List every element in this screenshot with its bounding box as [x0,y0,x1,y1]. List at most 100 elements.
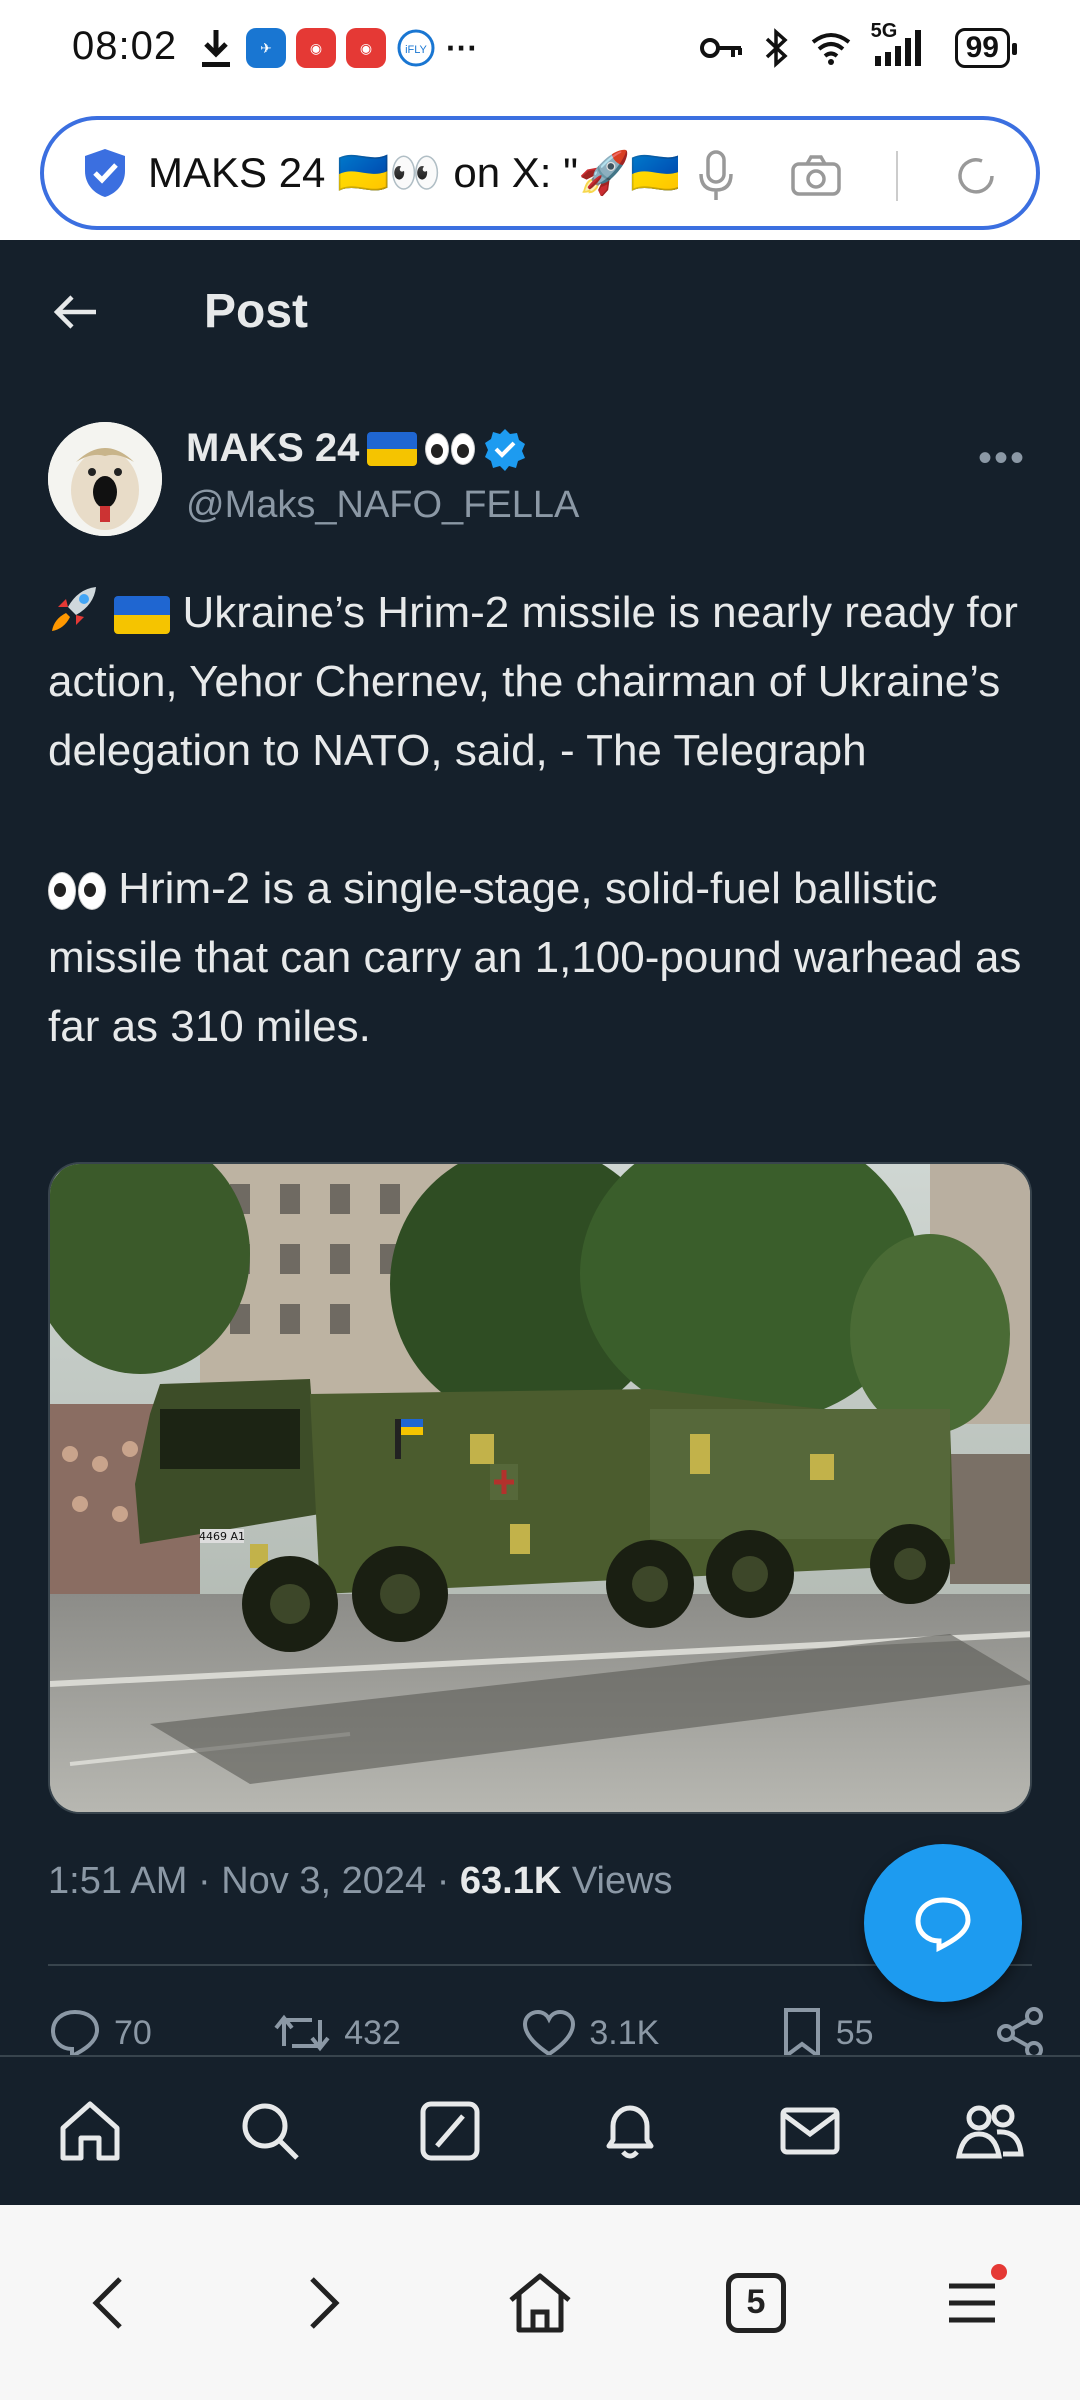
mail-icon [780,2107,840,2155]
repost-button[interactable]: 432 [272,2008,401,2055]
app-tab-bar [0,2055,1080,2205]
post-header: Post [0,240,1080,390]
bookmark-button[interactable]: 55 [780,2006,874,2055]
paragraph-2-text: Hrim-2 is a single-stage, solid-fuel bal… [48,864,1022,1051]
tab-search[interactable] [230,2091,310,2171]
shield-icon [85,149,125,197]
browser-home-icon [509,2273,571,2332]
signal-icon [874,30,921,66]
back-arrow-icon[interactable] [50,286,102,338]
notification-icons: ✈ ◉ ◉ iFLY ··· [196,26,478,70]
tab-notifications[interactable] [590,2091,670,2171]
status-bar: 08:02 ✈ ◉ ◉ iFLY ··· 5G 99 [0,0,1080,100]
avatar[interactable] [48,422,162,536]
views-label: Views [571,1860,673,1902]
address-divider [896,151,898,201]
app-icon-red-2: ◉ [346,28,386,68]
camera-icon[interactable] [790,154,842,198]
verified-badge-icon [485,428,526,471]
address-actions [696,148,1000,204]
tweet-text: Ukraine’s Hrim-2 missile is nearly ready… [48,578,1038,1061]
tab-messages[interactable] [770,2091,850,2171]
nav-menu-button[interactable] [927,2258,1017,2348]
tweet-image[interactable]: 4469 А1 [48,1162,1032,1814]
address-text: MAKS 24 🇺🇦👀 on X: "🚀🇺🇦 [148,148,678,196]
ifly-icon: iFLY [397,29,435,67]
eyes-emoji [48,872,106,911]
tab-grok[interactable] [410,2091,490,2171]
communities-icon [956,2104,1024,2159]
paragraph-1-text: Ukraine’s Hrim-2 missile is nearly ready… [48,588,1018,775]
chevron-left-icon [92,2276,122,2329]
microphone-icon[interactable] [696,148,736,204]
search-icon [242,2103,299,2160]
more-options-icon[interactable]: ••• [978,436,1026,481]
meta-separator: · [436,1860,450,1902]
bell-icon [606,2105,654,2159]
status-right: 5G 99 [699,20,1018,70]
key-icon [699,38,742,58]
bookmark-icon [783,2008,820,2055]
signal-indicator: 5G [871,20,937,70]
repost-icon [274,2014,330,2052]
page-title: Post [204,285,309,338]
tweet-actions: 70 432 3.1K 55 [48,2006,1048,2055]
app-icon-blue: ✈ [246,28,286,68]
heart-icon [523,2009,576,2055]
download-icon [202,30,230,67]
browser-nav-bar: 5 [0,2205,1080,2400]
reply-count: 70 [114,2013,152,2052]
share-icon [996,2007,1043,2055]
tab-home[interactable] [50,2091,130,2171]
rocket-emoji [52,587,96,631]
svg-text:iFLY: iFLY [405,44,427,56]
chevron-right-icon [310,2276,340,2329]
grok-icon [420,2101,480,2161]
nav-back-button[interactable] [63,2258,153,2348]
tabs-count: 5 [746,2283,766,2321]
address-field[interactable]: MAKS 24 🇺🇦👀 on X: "🚀🇺🇦 [40,116,1040,230]
tweet-meta: 1:51 AM · Nov 3, 2024 · 63.1K Views [48,1860,673,1903]
bookmark-count: 55 [835,2013,874,2052]
ukraine-flag-emoji [114,596,171,635]
tweet-paragraph-1: Ukraine’s Hrim-2 missile is nearly ready… [48,578,1038,785]
views-count: 63.1K [459,1860,562,1902]
browser-address-bar: MAKS 24 🇺🇦👀 on X: "🚀🇺🇦 [0,100,1080,240]
wifi-icon [811,33,850,65]
post-date: Nov 3, 2024 [221,1860,427,1902]
nav-forward-button[interactable] [279,2258,369,2348]
compose-reply-fab[interactable] [864,1844,1022,2002]
reply-icon [50,2009,100,2055]
like-count: 3.1K [589,2013,660,2052]
post-time: 1:51 AM [48,1860,188,1902]
ukraine-flag-emoji [367,431,418,466]
status-time: 08:02 [72,24,178,68]
reply-button[interactable]: 70 [48,2006,152,2055]
author-handle[interactable]: @Maks_NAFO_FELLA [186,484,579,527]
license-plate: 4469 А1 [199,1530,245,1543]
author-name-text: MAKS 24 [186,426,360,470]
more-notifications-icon: ··· [446,29,478,66]
menu-icon [949,2283,995,2322]
battery-indicator: 99 [954,28,1018,68]
eyes-emoji [425,432,476,465]
tabs-count-icon: 5 [726,2272,786,2333]
home-icon [60,2101,120,2161]
tweet-paragraph-2: Hrim-2 is a single-stage, solid-fuel bal… [48,854,1038,1061]
share-button[interactable] [994,2006,1048,2055]
bluetooth-icon [765,28,788,68]
tab-communities[interactable] [950,2091,1030,2171]
nav-home-button[interactable] [495,2258,585,2348]
avatar-image [48,422,162,536]
x-app: Post MAKS 24 @Maks_NAFO_FELLA ••• Ukrain… [0,240,1080,2055]
repost-count: 432 [344,2013,401,2052]
missile-launcher-photo: 4469 А1 [50,1164,1030,1812]
nav-tabs-button[interactable]: 5 [711,2258,801,2348]
author-name[interactable]: MAKS 24 [186,426,527,471]
meta-separator: · [197,1860,211,1902]
reply-bubble-icon [915,1897,971,1952]
app-icon-red: ◉ [296,28,336,68]
like-button[interactable]: 3.1K [521,2008,659,2055]
notification-dot [991,2263,1007,2280]
reload-icon[interactable] [952,152,1000,200]
